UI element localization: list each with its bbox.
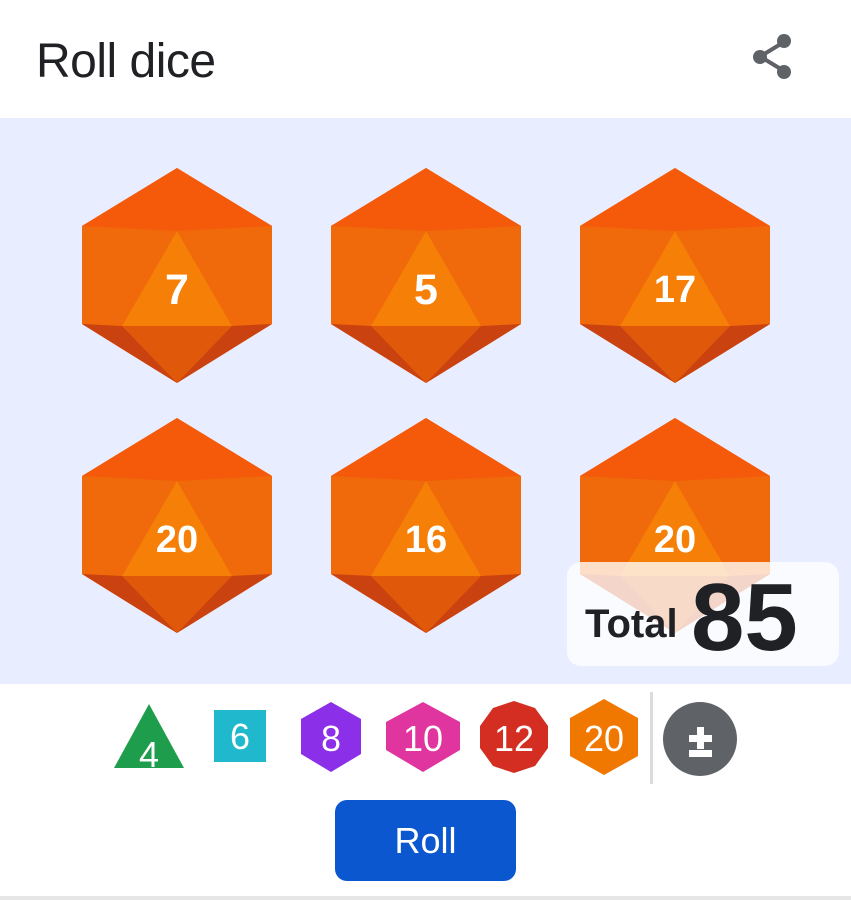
die-value: 17 [653,269,697,311]
d8-label: 8 [320,718,342,759]
page-title: Roll dice [36,35,216,88]
share-button[interactable] [744,28,802,86]
add-d20-button[interactable]: 20 [568,698,640,776]
d4-label: 4 [138,734,160,775]
die-value: 5 [414,266,438,314]
share-icon [753,34,791,79]
die-type-selector: 4 6 8 10 12 20 [0,684,851,794]
d12-label: 12 [493,718,535,759]
d20-die[interactable]: 17 [580,168,770,383]
add-d6-button[interactable]: 6 [212,698,268,776]
d20-die[interactable]: 16 [331,418,521,633]
custom-dice-button[interactable] [663,702,737,776]
roll-button[interactable]: Roll [335,800,516,881]
app-header: Roll dice [0,0,851,118]
total-panel: Total 85 [567,562,839,671]
dice-area: 7 5 17 20 16 20 Total 85 [0,118,851,684]
d20-label: 20 [583,718,625,759]
die-value: 7 [165,266,189,314]
d6-label: 6 [229,716,251,757]
add-d8-button[interactable]: 8 [298,698,364,776]
d20-die[interactable]: 5 [331,168,521,383]
add-d4-button[interactable]: 4 [112,698,186,776]
die-value: 20 [155,519,199,561]
divider [650,692,653,784]
add-d10-button[interactable]: 10 [383,698,463,776]
d20-die[interactable]: 20 [82,418,272,633]
d10-label: 10 [402,718,444,759]
plus-minus-icon [689,727,712,757]
die-value: 20 [653,519,697,561]
total-value: 85 [691,564,798,671]
bottom-divider [0,896,851,900]
add-d12-button[interactable]: 12 [478,698,550,776]
die-value: 16 [404,519,448,561]
total-label: Total [585,602,678,646]
d20-die[interactable]: 7 [82,168,272,383]
